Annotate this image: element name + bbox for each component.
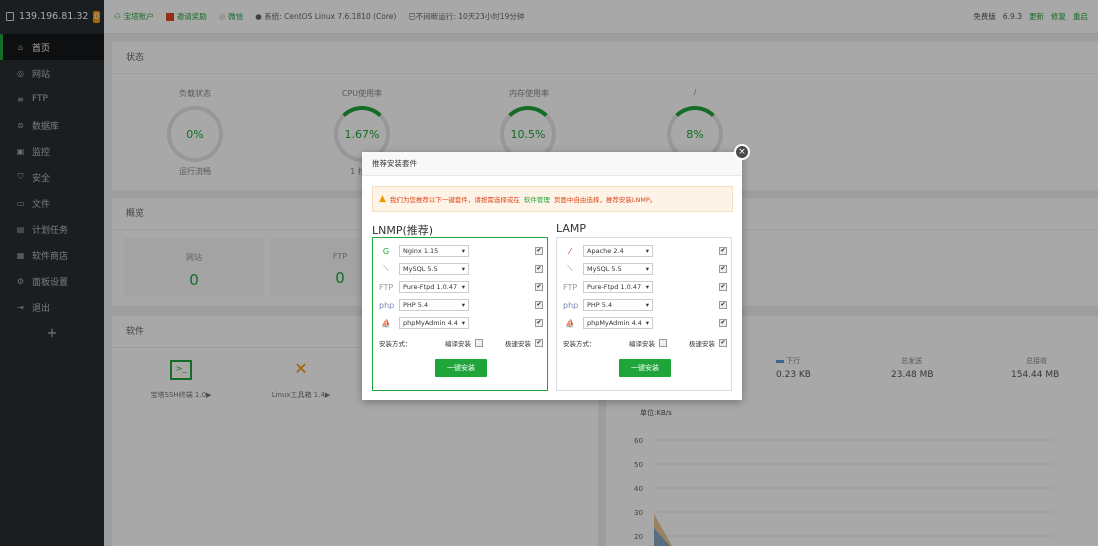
- close-icon[interactable]: ×: [734, 144, 750, 160]
- software-row: ⟍ MySQL 5.5 ▾ ✔: [379, 262, 543, 276]
- software-row: ⟍ MySQL 5.5 ▾ ✔: [563, 262, 727, 276]
- phpmyadmin-icon: ⛵: [381, 318, 391, 328]
- install-checkbox[interactable]: ✔: [719, 319, 727, 327]
- software-row: FTP Pure-Ftpd 1.0.47 ▾ ✔: [563, 280, 727, 294]
- lnmp-install-method: 安装方式： 编译安装 极速安装 ✔: [379, 338, 543, 348]
- recommend-install-dialog: 推荐安装套件 × ▲ 我们为您推荐以下一键套件，请按需选择或在 软件管理 页面中…: [362, 144, 750, 400]
- version-select[interactable]: phpMyAdmin 4.4 ▾: [583, 317, 653, 329]
- version-select-value: MySQL 5.5: [587, 265, 622, 273]
- ftp-logo-icon: FTP: [379, 282, 394, 292]
- compile-label: 编译安装: [445, 340, 471, 348]
- chevron-down-icon: ▾: [645, 247, 649, 255]
- version-select-value: Nginx 1.15: [403, 247, 439, 255]
- recommend-alert: ▲ 我们为您推荐以下一键套件，请按需选择或在 软件管理 页面中自由选择，推荐安装…: [372, 186, 733, 212]
- version-select[interactable]: MySQL 5.5 ▾: [399, 263, 469, 275]
- version-select[interactable]: PHP 5.4 ▾: [583, 299, 653, 311]
- software-row: ⛵ phpMyAdmin 4.4 ▾ ✔: [379, 316, 543, 330]
- install-checkbox[interactable]: ✔: [535, 301, 543, 309]
- fast-checkbox[interactable]: ✔: [719, 339, 727, 347]
- software-row: FTP Pure-Ftpd 1.0.47 ▾ ✔: [379, 280, 543, 294]
- compile-checkbox[interactable]: [659, 339, 667, 347]
- chevron-down-icon: ▾: [461, 301, 465, 309]
- mysql-icon: ⟍: [567, 264, 573, 273]
- warning-icon: ▲: [379, 194, 386, 204]
- lamp-install-button[interactable]: 一键安装: [619, 359, 671, 377]
- dialog-title: 推荐安装套件: [362, 152, 742, 176]
- version-select-value: PHP 5.4: [587, 301, 613, 309]
- install-checkbox[interactable]: ✔: [535, 319, 543, 327]
- install-checkbox[interactable]: ✔: [719, 301, 727, 309]
- install-checkbox[interactable]: ✔: [719, 283, 727, 291]
- compile-checkbox[interactable]: [475, 339, 483, 347]
- version-select[interactable]: Apache 2.4 ▾: [583, 245, 653, 257]
- chevron-down-icon: ▾: [645, 283, 649, 291]
- alert-text-suffix: 页面中自由选择，推荐安装LNMP。: [553, 196, 657, 204]
- phpmyadmin-icon: ⛵: [565, 318, 575, 328]
- install-checkbox[interactable]: ✔: [719, 265, 727, 273]
- chevron-down-icon: ▾: [645, 301, 649, 309]
- version-select-value: Pure-Ftpd 1.0.47: [403, 283, 458, 291]
- ftp-logo-icon: FTP: [563, 282, 578, 292]
- chevron-down-icon: ▾: [645, 265, 649, 273]
- mysql-icon: ⟍: [383, 264, 389, 273]
- software-row: ⁄ Apache 2.4 ▾ ✔: [563, 244, 727, 258]
- lamp-title: LAMP: [556, 222, 587, 235]
- nginx-icon: G: [382, 246, 390, 256]
- version-select[interactable]: phpMyAdmin 4.4 ▾: [399, 317, 469, 329]
- version-select-value: PHP 5.4: [403, 301, 429, 309]
- fast-label: 极速安装: [689, 340, 715, 348]
- lamp-box[interactable]: 安装方式： 编译安装 极速安装 ✔ 一键安装 ⁄ Apache 2.4 ▾ ✔ ⟍ MyS…: [556, 237, 732, 391]
- version-select[interactable]: Pure-Ftpd 1.0.47 ▾: [399, 281, 469, 293]
- lnmp-install-button[interactable]: 一键安装: [435, 359, 487, 377]
- method-label: 安装方式：: [379, 340, 412, 348]
- chevron-down-icon: ▾: [645, 319, 649, 327]
- lnmp-box[interactable]: 安装方式： 编译安装 极速安装 ✔ 一键安装 G Nginx 1.15 ▾ ✔ ⟍ MyS…: [372, 237, 548, 391]
- install-checkbox[interactable]: ✔: [535, 247, 543, 255]
- lamp-install-method: 安装方式： 编译安装 极速安装 ✔: [563, 338, 727, 348]
- chevron-down-icon: ▾: [461, 265, 465, 273]
- install-checkbox[interactable]: ✔: [719, 247, 727, 255]
- version-select-value: Pure-Ftpd 1.0.47: [587, 283, 642, 291]
- fast-checkbox[interactable]: ✔: [535, 339, 543, 347]
- version-select-value: phpMyAdmin 4.4: [587, 319, 642, 327]
- software-row: php PHP 5.4 ▾ ✔: [563, 298, 727, 312]
- method-label: 安装方式：: [563, 340, 596, 348]
- version-select-value: Apache 2.4: [587, 247, 624, 255]
- software-manage-link[interactable]: 软件管理: [524, 194, 550, 204]
- version-select[interactable]: Pure-Ftpd 1.0.47 ▾: [583, 281, 653, 293]
- php-icon: php: [379, 300, 395, 310]
- software-row: G Nginx 1.15 ▾ ✔: [379, 244, 543, 258]
- version-select-value: phpMyAdmin 4.4: [403, 319, 458, 327]
- php-icon: php: [563, 300, 579, 310]
- version-select[interactable]: MySQL 5.5 ▾: [583, 263, 653, 275]
- version-select[interactable]: Nginx 1.15 ▾: [399, 245, 469, 257]
- version-select[interactable]: PHP 5.4 ▾: [399, 299, 469, 311]
- chevron-down-icon: ▾: [461, 247, 465, 255]
- software-row: php PHP 5.4 ▾ ✔: [379, 298, 543, 312]
- install-checkbox[interactable]: ✔: [535, 265, 543, 273]
- chevron-down-icon: ▾: [461, 319, 465, 327]
- chevron-down-icon: ▾: [461, 283, 465, 291]
- apache-icon: ⁄: [569, 246, 571, 256]
- version-select-value: MySQL 5.5: [403, 265, 438, 273]
- software-row: ⛵ phpMyAdmin 4.4 ▾ ✔: [563, 316, 727, 330]
- alert-text: 我们为您推荐以下一键套件，请按需选择或在: [389, 196, 520, 204]
- lnmp-title: LNMP(推荐): [372, 224, 434, 237]
- compile-label: 编译安装: [629, 340, 655, 348]
- install-checkbox[interactable]: ✔: [535, 283, 543, 291]
- fast-label: 极速安装: [505, 340, 531, 348]
